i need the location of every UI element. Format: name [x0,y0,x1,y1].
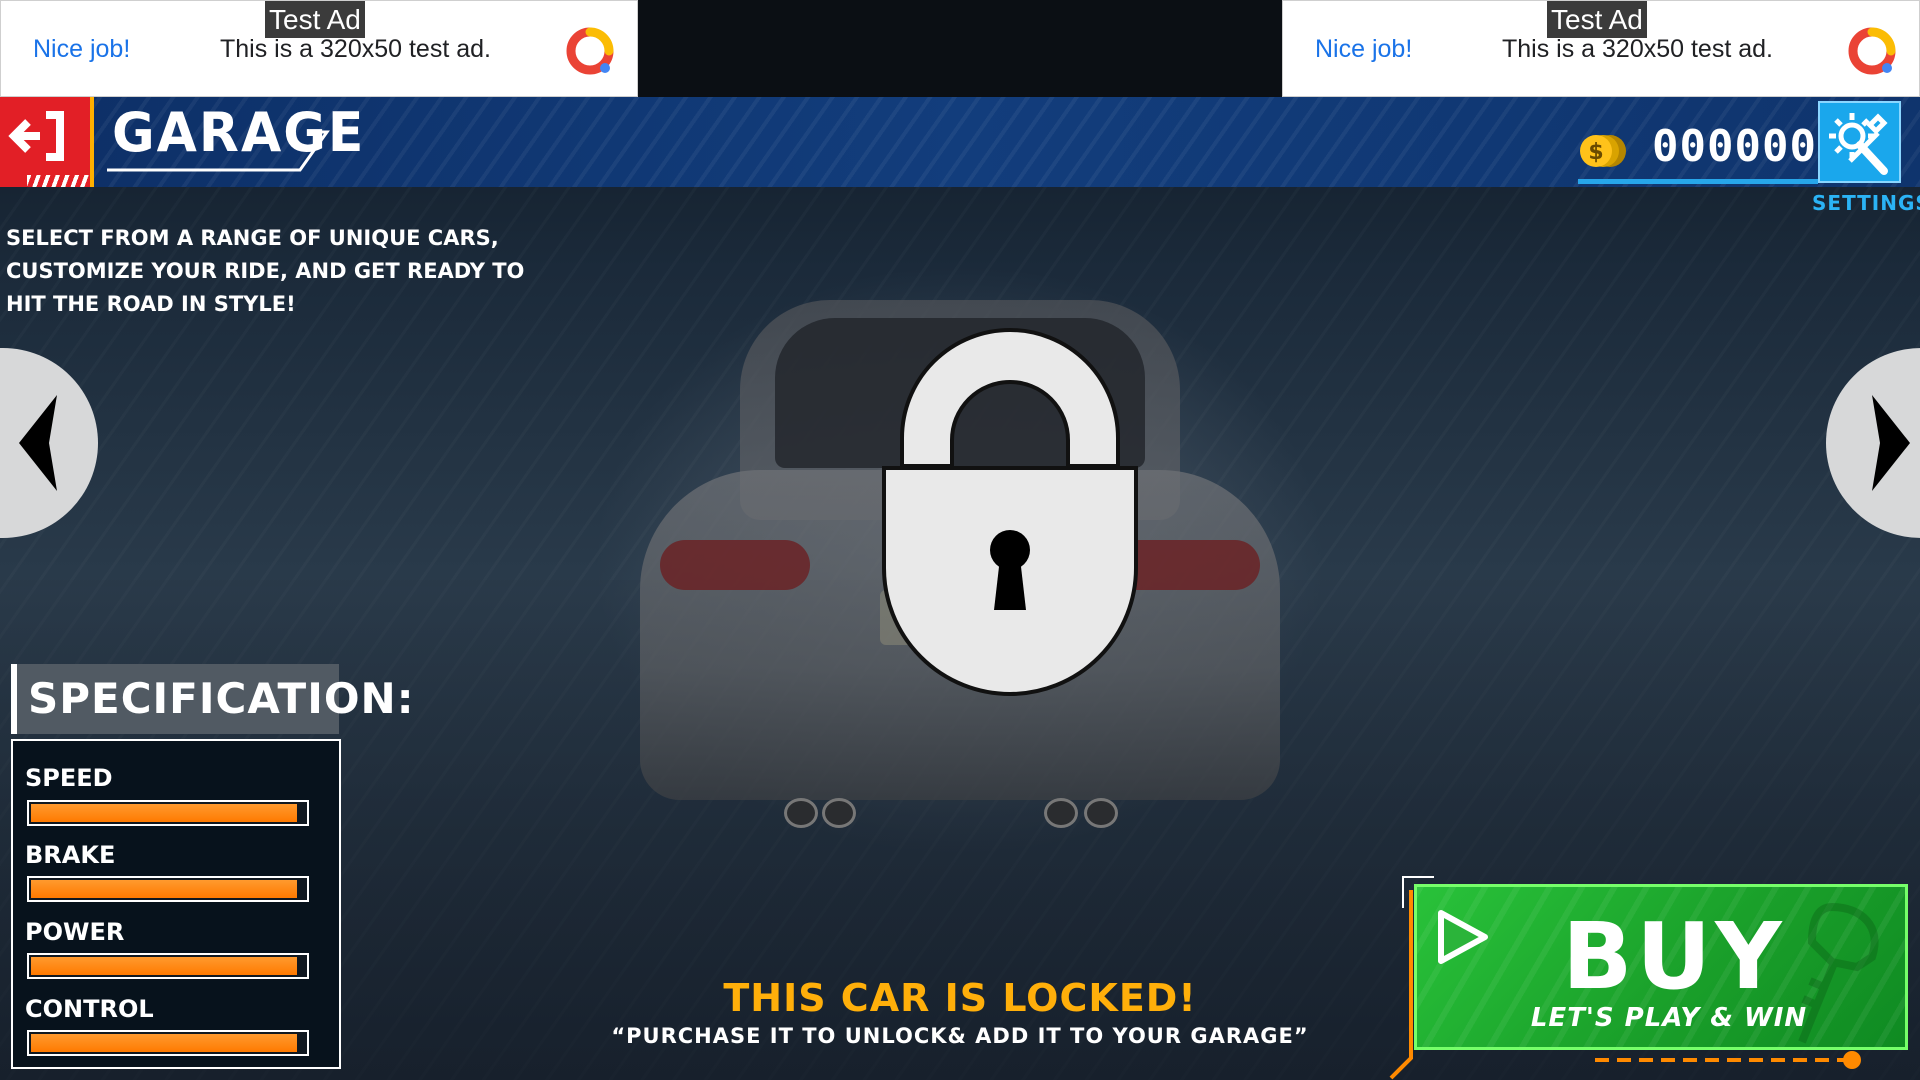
car-taillight-left [660,540,810,590]
locked-subtitle-container: “PURCHASE IT TO UNLOCK& ADD IT TO YOUR G… [560,1024,1360,1048]
car-exhaust [784,798,818,828]
car-exhaust [1084,798,1118,828]
stat-label-control: CONTROL [25,995,154,1023]
gear-wrench-icon [1829,113,1888,175]
buy-button[interactable]: BUY LET'S PLAY & WIN [1414,884,1908,1050]
svg-text:$: $ [1588,140,1603,165]
exit-icon [8,111,64,161]
stat-fill [31,957,297,975]
specification-panel: SPEED BRAKE POWER CONTROL [11,739,341,1069]
coin-icon: $ [1580,135,1626,167]
chevron-right-icon [1872,395,1910,491]
stat-bar-power [27,953,309,979]
stat-fill [31,804,297,822]
buy-sublabel: LET'S PLAY & WIN [1530,1003,1808,1033]
exit-separator [90,97,94,187]
ad-text: This is a 320x50 test ad. [1502,35,1773,63]
ad-tag: Test Ad [1547,1,1647,38]
settings-button[interactable] [1818,101,1901,183]
coin-balance: 000000 [1652,121,1817,172]
stat-bar-brake [27,876,309,902]
exit-button[interactable] [0,97,94,187]
locked-title: THIS CAR IS LOCKED! [723,976,1197,1020]
car-exhaust [822,798,856,828]
ad-banner-right[interactable]: Test Ad Nice job! This is a 320x50 test … [1282,0,1920,97]
title-underline [107,130,330,172]
stat-label-power: POWER [25,918,125,946]
garage-description: SELECT FROM A RANGE OF UNIQUE CARS, CUST… [6,226,525,316]
stat-bar-control [27,1030,309,1056]
admob-logo-icon [566,27,614,75]
stat-label-speed: SPEED [25,764,113,792]
stat-bar-speed [27,800,309,826]
buy-label: BUY [1562,903,1786,1010]
admob-logo-icon [1848,27,1896,75]
chevron-left-icon [19,395,57,491]
stat-fill [31,1034,297,1052]
exit-button-stripes [27,175,89,187]
buy-progress-dots [1595,1058,1845,1062]
locked-title-container: THIS CAR IS LOCKED! [710,976,1210,1020]
padlock-icon [882,328,1138,696]
ad-headline[interactable]: Nice job! [1315,35,1412,64]
ad-headline[interactable]: Nice job! [33,35,130,64]
settings-label: SETTINGS [1812,191,1920,215]
ad-tag: Test Ad [265,1,365,38]
ad-banner-left[interactable]: Test Ad Nice job! This is a 320x50 test … [0,0,638,97]
buy-progress-end [1843,1051,1861,1069]
ad-text: This is a 320x50 test ad. [220,35,491,63]
car-exhaust [1044,798,1078,828]
coin-underline [1578,179,1818,184]
locked-subtitle: “PURCHASE IT TO UNLOCK& ADD IT TO YOUR G… [611,1024,1309,1048]
stat-label-brake: BRAKE [25,841,116,869]
specification-title: SPECIFICATION: [28,674,415,723]
stat-fill [31,880,297,898]
